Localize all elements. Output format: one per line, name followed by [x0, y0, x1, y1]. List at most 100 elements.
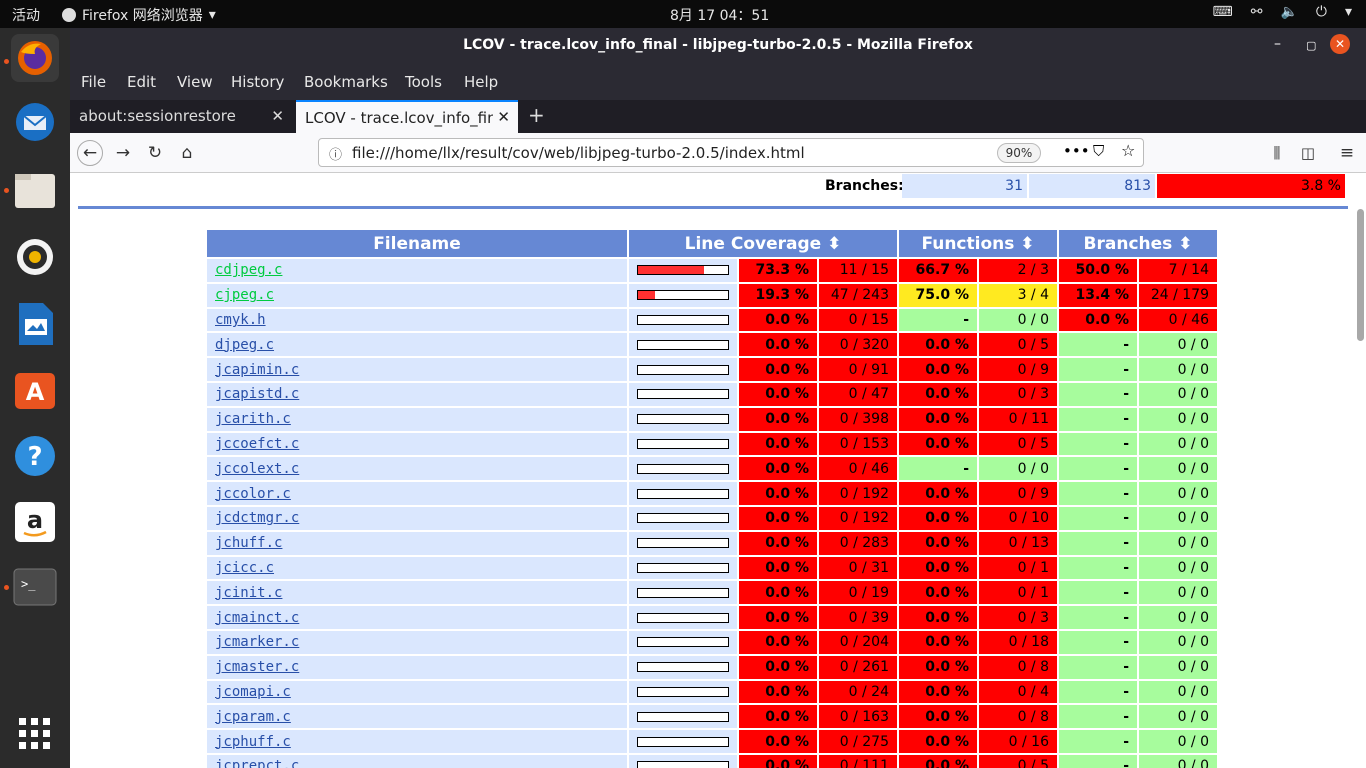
thunderbird-dock-icon[interactable]	[11, 98, 59, 146]
file-link[interactable]: jcphuff.c	[215, 734, 291, 750]
url-text[interactable]: file:///home/llx/result/cov/web/libjpeg-…	[352, 144, 805, 162]
line-coverage-count: 47 / 243	[819, 283, 897, 307]
close-icon[interactable]: ✕	[1330, 34, 1350, 54]
file-link[interactable]: cdjpeg.c	[215, 262, 282, 278]
file-link[interactable]: cmyk.h	[215, 312, 266, 328]
functions-percent: 0.0 %	[899, 754, 977, 768]
running-indicator	[4, 188, 9, 193]
menu-history[interactable]: History	[231, 73, 284, 91]
system-tray[interactable]: ⌨ ⚯ 🔈 ⏻ ▾	[1213, 4, 1353, 20]
coverage-bar-cell	[629, 680, 737, 704]
file-link[interactable]: jcdctmgr.c	[215, 510, 299, 526]
file-link[interactable]: jcmaster.c	[215, 659, 299, 675]
file-link[interactable]: jcmarker.c	[215, 634, 299, 650]
coverage-bar	[637, 612, 729, 623]
file-link[interactable]: jccolor.c	[215, 486, 291, 502]
bookmark-star-icon[interactable]: ☆	[1121, 141, 1135, 160]
chevron-down-icon[interactable]: ▾	[1345, 4, 1352, 20]
menu-view[interactable]: View	[177, 73, 213, 91]
terminal-dock-icon[interactable]: >_	[11, 563, 59, 611]
files-dock-icon[interactable]	[11, 166, 59, 214]
file-link[interactable]: jccoefct.c	[215, 436, 299, 452]
table-row: jccolor.c 0.0 % 0 / 192 0.0 % 0 / 9-0 / 0	[207, 482, 1217, 505]
url-bar[interactable]: ⓘ file:///home/llx/result/cov/web/libjpe…	[318, 138, 1144, 167]
tab-session-restore[interactable]: about:sessionrestore ✕	[70, 100, 294, 133]
file-link[interactable]: cjpeg.c	[215, 287, 274, 303]
functions-count: 0 / 9	[979, 358, 1057, 381]
new-tab-icon[interactable]: +	[528, 103, 545, 127]
close-tab-icon[interactable]: ✕	[271, 107, 284, 125]
volume-icon[interactable]: 🔈	[1280, 4, 1297, 20]
file-link[interactable]: jcmainct.c	[215, 610, 299, 626]
menu-edit[interactable]: Edit	[127, 73, 156, 91]
menu-help[interactable]: Help	[464, 73, 498, 91]
amazon-dock-icon[interactable]: a	[11, 498, 59, 546]
header-line-coverage[interactable]: Line Coverage ⬍	[629, 230, 897, 257]
back-arrow-icon[interactable]: ←	[77, 140, 103, 166]
table-row: cdjpeg.c 73.3 % 11 / 15 66.7 % 2 / 3 50.0 % 7 …	[207, 259, 1217, 282]
line-coverage-count: 0 / 192	[819, 506, 897, 530]
maximize-icon[interactable]: ▢	[1306, 39, 1316, 52]
firefox-dock-icon[interactable]	[11, 34, 59, 82]
hamburger-menu-icon[interactable]: ≡	[1334, 140, 1360, 166]
svg-text:?: ?	[27, 442, 42, 472]
table-row: jcmainct.c 0.0 % 0 / 39 0.0 % 0 / 3-0 / 0	[207, 606, 1217, 629]
menu-tools[interactable]: Tools	[405, 73, 442, 91]
keyboard-icon[interactable]: ⌨	[1213, 4, 1233, 20]
file-link[interactable]: jcarith.c	[215, 411, 291, 427]
branches-count: 24 / 179	[1139, 283, 1217, 307]
header-filename[interactable]: Filename	[207, 230, 627, 257]
header-branches[interactable]: Branches ⬍	[1059, 230, 1217, 257]
info-icon[interactable]: ⓘ	[329, 144, 342, 163]
menu-bookmarks[interactable]: Bookmarks	[304, 73, 388, 91]
clock[interactable]: 8月 17 04：51	[670, 5, 769, 25]
close-tab-icon[interactable]: ✕	[493, 108, 510, 126]
forward-arrow-icon[interactable]: →	[110, 140, 136, 166]
coverage-bar-cell	[629, 259, 737, 282]
pocket-icon[interactable]: ⛉	[1093, 142, 1104, 160]
coverage-bar-cell	[629, 333, 737, 357]
vertical-scrollbar[interactable]	[1357, 209, 1364, 341]
power-icon[interactable]: ⏻	[1316, 4, 1327, 20]
file-link[interactable]: jcparam.c	[215, 709, 291, 725]
activities-button[interactable]: 活动	[12, 5, 40, 25]
header-functions[interactable]: Functions ⬍	[899, 230, 1057, 257]
filename-cell: jcparam.c	[207, 705, 627, 729]
file-link[interactable]: jcicc.c	[215, 560, 274, 576]
sort-icon[interactable]: ⬍	[827, 234, 841, 254]
rhythmbox-dock-icon[interactable]	[11, 233, 59, 281]
software-center-dock-icon[interactable]: A	[11, 365, 59, 413]
app-menu[interactable]: Firefox 网络浏览器 ▾	[62, 5, 216, 25]
table-header-row: Filename Line Coverage ⬍ Functions ⬍ Bra…	[207, 230, 1217, 257]
library-icon[interactable]: ⫼	[1264, 140, 1290, 166]
tab-lcov[interactable]: LCOV - trace.lcov_info_final ✕	[296, 100, 518, 133]
table-row: cmyk.h 0.0 % 0 / 15-0 / 0 0.0 % 0 / 46	[207, 308, 1217, 332]
file-link[interactable]: jchuff.c	[215, 535, 282, 551]
file-link[interactable]: jcprepct.c	[215, 758, 299, 768]
functions-count: 3 / 4	[979, 283, 1057, 307]
page-actions-icon[interactable]: •••	[1063, 142, 1090, 160]
app-grid-icon[interactable]	[11, 710, 59, 758]
sort-icon[interactable]: ⬍	[1178, 234, 1192, 254]
network-icon[interactable]: ⚯	[1251, 4, 1263, 20]
page-content: Branches: 31 813 3.8 % Filename Line Cov…	[70, 173, 1366, 768]
filename-cell: jccolext.c	[207, 457, 627, 481]
file-link[interactable]: jcapimin.c	[215, 362, 299, 378]
sort-icon[interactable]: ⬍	[1020, 234, 1034, 254]
zoom-indicator[interactable]: 90%	[997, 143, 1041, 163]
menu-file[interactable]: File	[81, 73, 106, 91]
writer-dock-icon[interactable]	[11, 300, 59, 348]
sidebar-icon[interactable]: ◫	[1295, 140, 1321, 166]
minimize-icon[interactable]: –	[1274, 36, 1281, 52]
file-link[interactable]: jcapistd.c	[215, 386, 299, 402]
reload-icon[interactable]: ↻	[142, 140, 168, 166]
help-dock-icon[interactable]: ?	[11, 432, 59, 480]
file-link[interactable]: djpeg.c	[215, 337, 274, 353]
functions-percent: 0.0 %	[899, 482, 977, 505]
file-link[interactable]: jcinit.c	[215, 585, 282, 601]
file-link[interactable]: jcomapi.c	[215, 684, 291, 700]
file-link[interactable]: jccolext.c	[215, 461, 299, 477]
functions-count: 0 / 3	[979, 606, 1057, 629]
window-title-bar[interactable]: LCOV - trace.lcov_info_final - libjpeg-t…	[70, 28, 1366, 64]
home-icon[interactable]: ⌂	[174, 140, 200, 166]
